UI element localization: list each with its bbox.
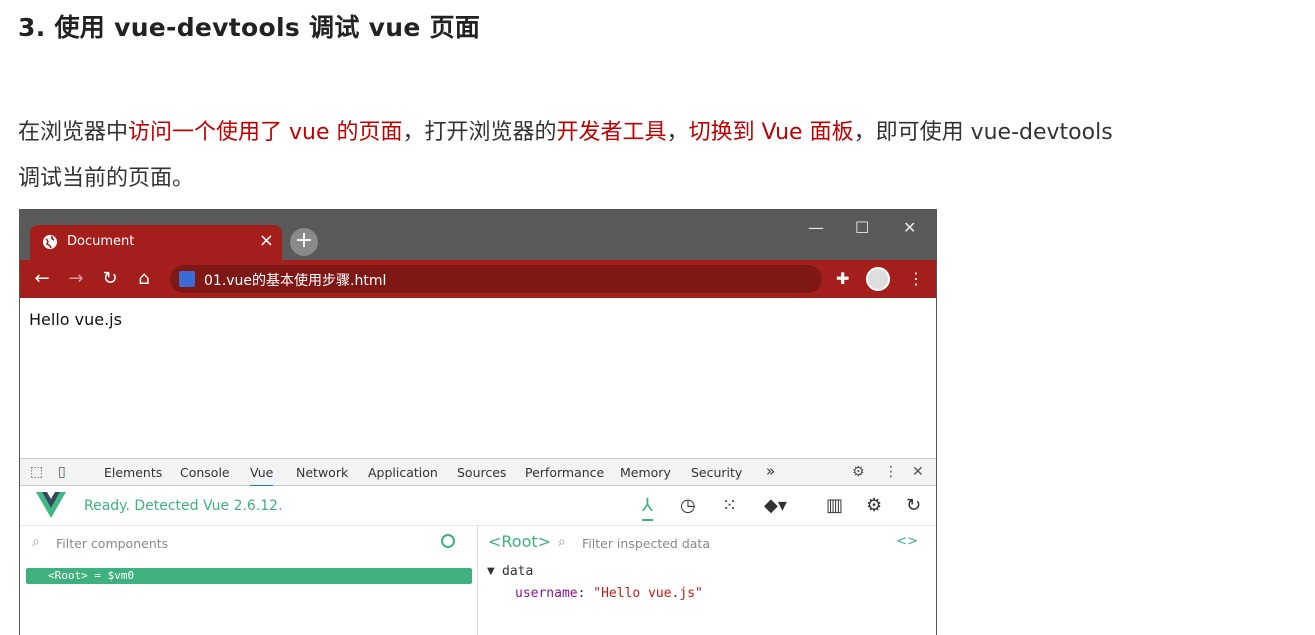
filter-inspected-data-input[interactable]: Filter inspected data bbox=[582, 536, 710, 551]
vue-logo-icon bbox=[36, 492, 66, 518]
minimize-icon[interactable]: — bbox=[808, 218, 824, 237]
vuex-store-icon[interactable]: ⁙ bbox=[722, 495, 737, 516]
close-tab-icon[interactable]: × bbox=[259, 230, 274, 251]
new-tab-button[interactable]: + bbox=[290, 228, 318, 256]
browser-menu-icon[interactable]: ⋮ bbox=[908, 269, 924, 288]
tab-vue[interactable]: Vue bbox=[250, 465, 274, 487]
settings-icon[interactable]: ⚙ bbox=[866, 495, 882, 516]
back-icon[interactable]: ← bbox=[32, 268, 52, 289]
more-tabs-icon[interactable]: » bbox=[766, 462, 775, 480]
devtools-close-icon[interactable]: ✕ bbox=[912, 464, 924, 480]
text-span: ，打开浏览器的 bbox=[402, 120, 557, 145]
components-pane: ⌕ Filter components <Root> = $vm0 bbox=[20, 526, 478, 635]
text-span: ， bbox=[666, 120, 689, 145]
section-heading: 3. 使用 vue-devtools 调试 vue 页面 bbox=[18, 13, 481, 42]
page-content-text: Hello vue.js bbox=[29, 310, 122, 329]
refresh-icon[interactable]: ↻ bbox=[906, 495, 921, 516]
search-icon: ⌕ bbox=[32, 534, 40, 550]
text-span: 调试当前的页面。 bbox=[18, 166, 195, 191]
globe-icon bbox=[43, 235, 57, 249]
vue-devtools-header: Ready. Detected Vue 2.6.12. ⅄ ◷ ⁙ ◆▾ ▥ ⚙… bbox=[20, 486, 936, 526]
root-component-row[interactable]: <Root> = $vm0 bbox=[26, 568, 472, 584]
collapse-caret-icon[interactable]: ▼ bbox=[487, 566, 495, 577]
highlight-visit-vue-page: 访问一个使用了 vue 的页面 bbox=[128, 120, 403, 145]
device-toolbar-icon[interactable]: ▯ bbox=[58, 464, 66, 480]
data-property: username: "Hello vue.js" bbox=[515, 586, 703, 601]
vue-detected-status: Ready. Detected Vue 2.6.12. bbox=[84, 498, 283, 514]
highlight-dev-tools: 开发者工具 bbox=[556, 120, 667, 145]
browser-toolbar: ← → ↻ ⌂ 01.vue的基本使用步骤.html ✚ ⋮ bbox=[20, 260, 936, 298]
tab-elements[interactable]: Elements bbox=[104, 465, 162, 480]
routing-dropdown-icon[interactable]: ◆▾ bbox=[764, 495, 787, 516]
page-favicon-icon bbox=[179, 271, 195, 287]
browser-screenshot: Document × + — ☐ ✕ ← → ↻ ⌂ 01.vue的基本使用步骤… bbox=[19, 209, 937, 635]
inspect-element-icon[interactable]: ⬚ bbox=[30, 464, 43, 480]
browser-titlebar: Document × + — ☐ ✕ bbox=[20, 210, 936, 260]
tab-console[interactable]: Console bbox=[180, 465, 230, 480]
filter-components-input[interactable]: Filter components bbox=[56, 536, 168, 551]
extensions-puzzle-icon[interactable]: ✚ bbox=[836, 269, 849, 288]
inspected-component-name: <Root> bbox=[488, 532, 552, 551]
devtools-tabbar: ⬚ ▯ Elements Console Vue Network Applica… bbox=[20, 458, 936, 487]
home-icon[interactable]: ⌂ bbox=[134, 268, 154, 289]
text-span: 在浏览器中 bbox=[18, 120, 129, 145]
browser-tab-document[interactable]: Document × bbox=[30, 225, 282, 260]
text-span: ，即可使用 vue-devtools bbox=[853, 120, 1113, 145]
settings-gear-icon[interactable]: ⚙ bbox=[852, 464, 865, 480]
profile-avatar[interactable] bbox=[866, 267, 890, 291]
instruction-paragraph: 在浏览器中访问一个使用了 vue 的页面，打开浏览器的开发者工具，切换到 Vue… bbox=[18, 110, 1308, 202]
search-icon: ⌕ bbox=[558, 534, 566, 550]
code-toggle-icon[interactable]: <> bbox=[896, 534, 918, 549]
tab-network[interactable]: Network bbox=[296, 465, 348, 480]
timeline-history-icon[interactable]: ◷ bbox=[680, 495, 696, 516]
forward-icon[interactable]: → bbox=[66, 268, 86, 289]
page-viewport: Hello vue.js bbox=[20, 298, 936, 458]
data-key: username bbox=[515, 586, 578, 601]
tab-memory[interactable]: Memory bbox=[620, 465, 671, 480]
components-tree-icon[interactable]: ⅄ bbox=[642, 495, 653, 521]
devtools-menu-icon[interactable]: ⋮ bbox=[884, 464, 898, 480]
window-close-icon[interactable]: ✕ bbox=[903, 218, 916, 237]
url-text: 01.vue的基本使用步骤.html bbox=[204, 273, 387, 289]
tab-application[interactable]: Application bbox=[368, 465, 438, 480]
maximize-icon[interactable]: ☐ bbox=[855, 218, 869, 237]
tab-sources[interactable]: Sources bbox=[457, 465, 506, 480]
tab-title: Document bbox=[67, 234, 135, 249]
data-section-label[interactable]: data bbox=[502, 564, 533, 579]
inspector-pane: <Root> ⌕ Filter inspected data <> ▼ data… bbox=[478, 526, 936, 635]
data-value[interactable]: "Hello vue.js" bbox=[593, 586, 703, 601]
performance-chart-icon[interactable]: ▥ bbox=[826, 495, 843, 516]
select-component-icon[interactable] bbox=[441, 534, 455, 548]
reload-icon[interactable]: ↻ bbox=[100, 268, 120, 289]
address-bar[interactable]: 01.vue的基本使用步骤.html bbox=[170, 265, 822, 293]
highlight-switch-vue-panel: 切换到 Vue 面板 bbox=[688, 120, 854, 145]
tab-security[interactable]: Security bbox=[691, 465, 742, 480]
tab-performance[interactable]: Performance bbox=[525, 465, 604, 480]
